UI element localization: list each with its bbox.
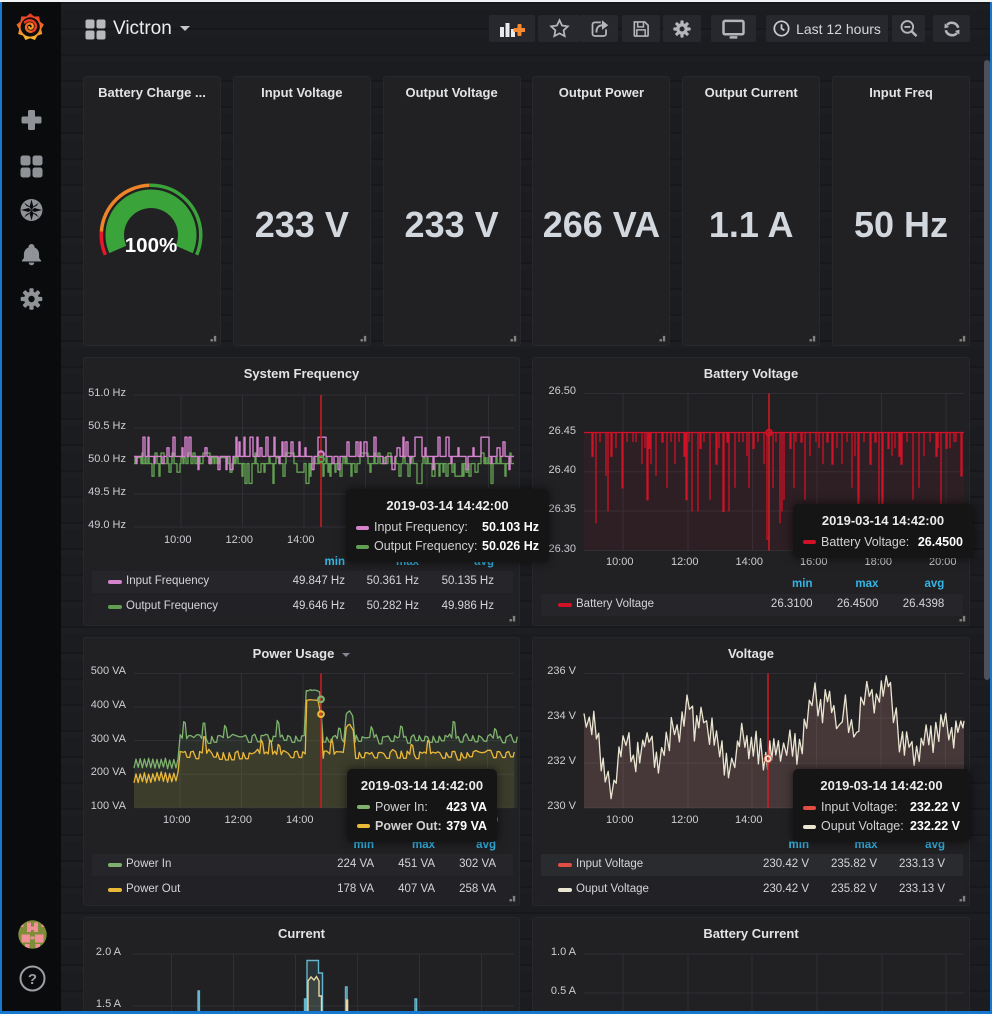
svg-text:100%: 100%	[125, 234, 177, 257]
svg-text:?: ?	[28, 971, 37, 988]
